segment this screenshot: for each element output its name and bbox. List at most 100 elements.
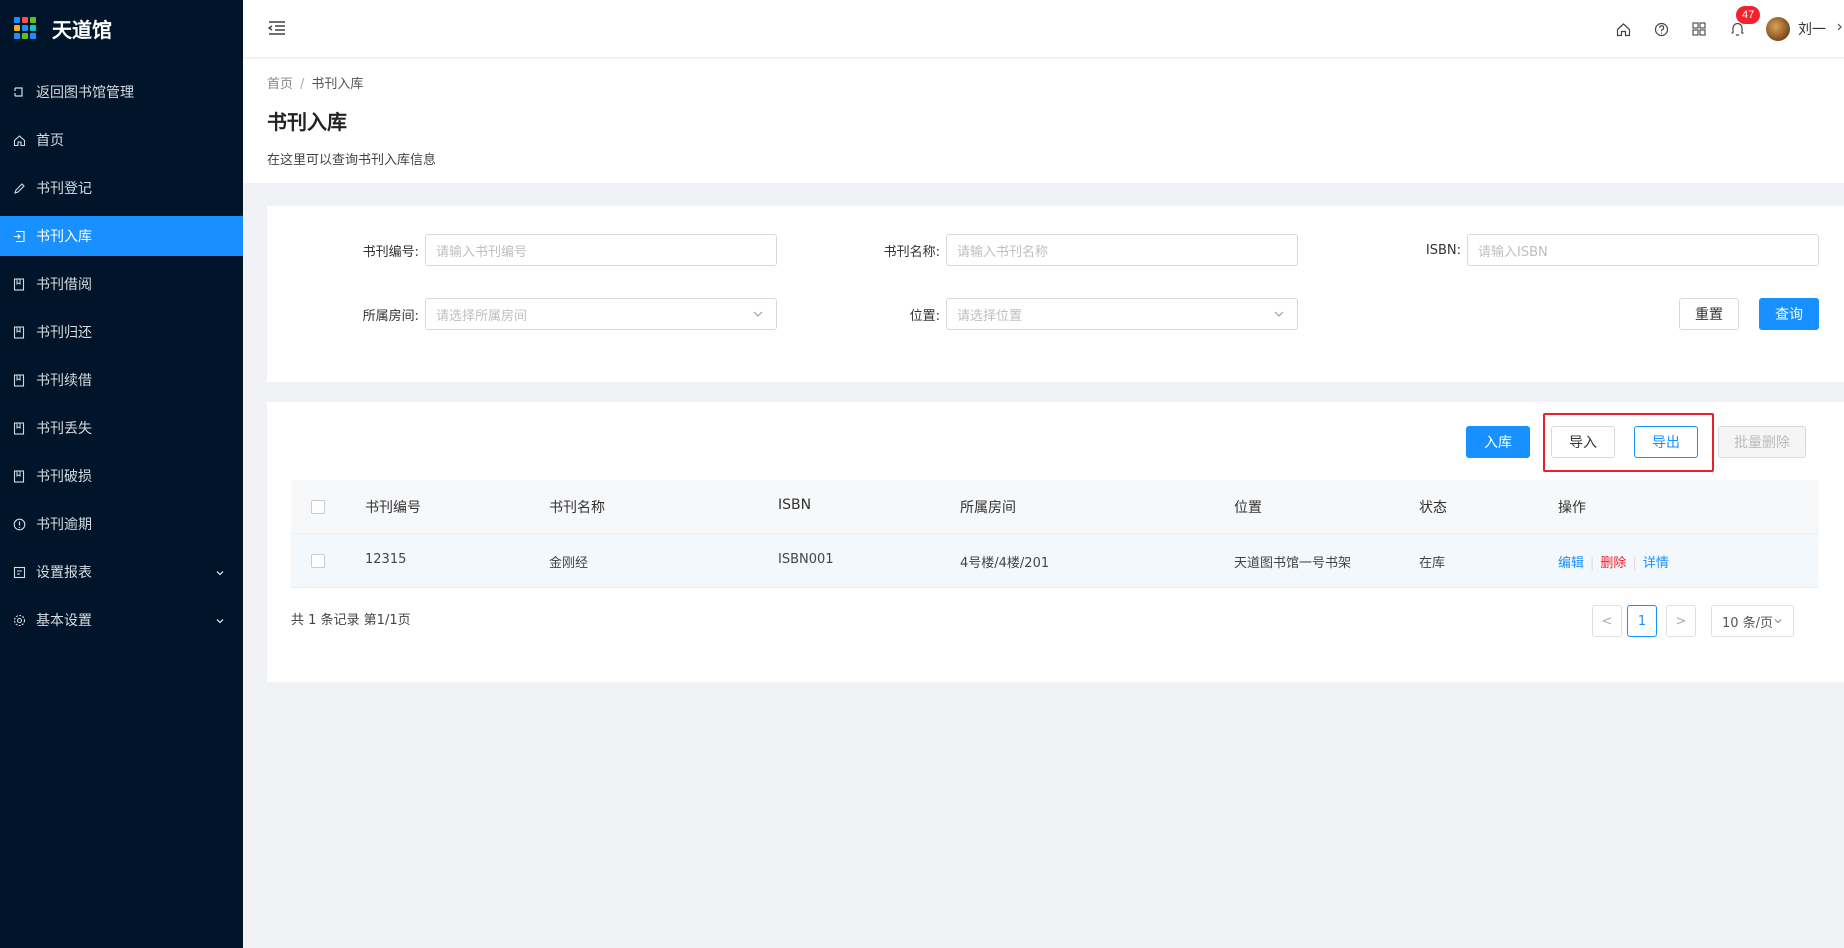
delete-link[interactable]: 删除: [1600, 556, 1626, 571]
home-icon: [12, 133, 26, 147]
select-all-checkbox[interactable]: [311, 500, 325, 514]
chevron-down-icon: [1774, 619, 1782, 624]
book-icon: [12, 469, 26, 483]
breadcrumb-current: 书刊入库: [311, 77, 364, 92]
sidebar-item-book-damaged[interactable]: 书刊破损: [0, 456, 243, 496]
location-select[interactable]: 请选择位置: [946, 298, 1298, 330]
location-select-placeholder: 请选择位置: [957, 308, 1023, 324]
reset-button[interactable]: 重置: [1679, 298, 1739, 330]
table-row: 12315 金刚经 ISBN001 4号楼/4楼/201 天道图书馆一号书架 在…: [291, 534, 1819, 588]
sidebar-item-book-stock-in[interactable]: 书刊入库: [0, 216, 243, 256]
breadcrumb-separator: /: [300, 77, 305, 92]
edit-link[interactable]: 编辑: [1558, 556, 1584, 571]
sidebar-item-label: 基本设置: [36, 613, 92, 629]
menu-fold-icon[interactable]: [267, 18, 287, 38]
page-size-value: 10 条/页: [1722, 615, 1774, 631]
book-name-input[interactable]: 请输入书刊名称: [946, 234, 1298, 266]
location-label: 位置:: [909, 308, 940, 324]
sidebar-item-book-overdue[interactable]: 书刊逾期: [0, 504, 243, 544]
stock-in-button[interactable]: 入库: [1466, 426, 1530, 458]
sidebar-item-label: 书刊入库: [36, 229, 92, 245]
row-actions: 编辑 | 删除 | 详情: [1558, 552, 1669, 571]
room-select[interactable]: 请选择所属房间: [425, 298, 777, 330]
next-page-button[interactable]: >: [1666, 605, 1696, 637]
room-label: 所属房间:: [362, 308, 419, 324]
sidebar-item-return-library[interactable]: 返回图书馆管理: [0, 72, 243, 112]
column-header: 状态: [1419, 500, 1447, 516]
breadcrumb: 首页 / 书刊入库: [267, 73, 1820, 92]
user-menu-icon[interactable]: [1837, 20, 1844, 38]
detail-link[interactable]: 详情: [1643, 556, 1669, 571]
sidebar-item-book-register[interactable]: 书刊登记: [0, 168, 243, 208]
sidebar-item-label: 书刊逾期: [36, 517, 92, 533]
room-select-placeholder: 请选择所属房间: [436, 308, 528, 324]
book-icon: [12, 373, 26, 387]
gear-icon: [12, 613, 26, 627]
sidebar-item-label: 书刊借阅: [36, 277, 92, 293]
report-icon: [12, 565, 26, 579]
row-checkbox[interactable]: [311, 554, 325, 568]
table-header-row: 书刊编号 书刊名称 ISBN 所属房间 位置 状态 操作: [291, 480, 1819, 534]
cell-status: 在库: [1419, 556, 1446, 571]
cell-room: 4号楼/4楼/201: [960, 556, 1050, 571]
page-header: 首页 / 书刊入库 书刊入库 在这里可以查询书刊入库信息: [243, 59, 1844, 183]
chevron-down-icon: [215, 566, 225, 582]
page-title: 书刊入库: [267, 110, 347, 134]
user-name[interactable]: 刘一: [1798, 19, 1826, 39]
batch-delete-button[interactable]: 批量删除: [1718, 426, 1806, 458]
pagination: < 1 > 10 条/页: [1592, 605, 1795, 637]
room-field: 所属房间: 请选择所属房间: [267, 298, 777, 330]
column-header: ISBN: [778, 497, 812, 513]
action-divider: |: [1632, 556, 1637, 571]
isbn-label: ISBN:: [1425, 242, 1461, 258]
home-icon[interactable]: [1614, 20, 1632, 38]
action-divider: |: [1590, 556, 1595, 571]
column-header: 书刊名称: [549, 500, 605, 516]
isbn-input[interactable]: 请输入ISBN: [1467, 234, 1819, 266]
sidebar-item-label: 设置报表: [36, 565, 92, 581]
header-actions: 47 刘一: [1594, 0, 1844, 58]
chevron-down-icon: [215, 614, 225, 630]
query-button[interactable]: 查询: [1759, 298, 1819, 330]
sidebar: 天道馆 返回图书馆管理 首页 书刊登记 书刊入库 书刊借阅 书刊归还 书刊续借 …: [0, 0, 243, 948]
cell-book-no: 12315: [365, 552, 407, 567]
bell-icon[interactable]: 47: [1728, 6, 1761, 38]
search-panel: 书刊编号: 请输入书刊编号 书刊名称: 请输入书刊名称 ISBN: 请输入ISB…: [267, 206, 1844, 382]
sidebar-item-report-settings[interactable]: 设置报表: [0, 552, 243, 592]
sidebar-item-label: 书刊续借: [36, 373, 92, 389]
location-field: 位置: 请选择位置: [788, 298, 1298, 330]
book-icon: [12, 421, 26, 435]
avatar[interactable]: [1766, 17, 1790, 41]
column-header: 操作: [1558, 500, 1586, 516]
column-header: 书刊编号: [365, 500, 421, 516]
chevron-down-icon: [1273, 308, 1285, 324]
table-panel: 入库 导入 导出 批量删除 书刊编号 书刊名称 ISBN 所属房间 位置 状态 …: [267, 402, 1844, 682]
breadcrumb-home-link[interactable]: 首页: [267, 77, 293, 92]
column-header: 位置: [1234, 500, 1262, 516]
help-icon[interactable]: [1652, 20, 1670, 38]
sidebar-item-book-renew[interactable]: 书刊续借: [0, 360, 243, 400]
sidebar-item-label: 首页: [36, 133, 64, 149]
column-header: 所属房间: [960, 500, 1016, 516]
apps-grid-icon[interactable]: [1690, 20, 1708, 38]
pagination-summary: 共 1 条记录 第1/1页: [291, 613, 411, 628]
sidebar-item-home[interactable]: 首页: [0, 120, 243, 160]
app-title: 天道馆: [52, 17, 112, 42]
prev-page-button[interactable]: <: [1592, 605, 1622, 637]
page-number-button[interactable]: 1: [1627, 605, 1657, 637]
sidebar-item-basic-settings[interactable]: 基本设置: [0, 600, 243, 640]
cell-location: 天道图书馆一号书架: [1234, 556, 1352, 571]
book-no-label: 书刊编号:: [362, 244, 419, 260]
page-size-select[interactable]: 10 条/页: [1711, 605, 1795, 637]
cell-book-name: 金刚经: [549, 556, 589, 571]
book-no-input[interactable]: 请输入书刊编号: [425, 234, 777, 266]
info-circle-icon: [12, 517, 26, 531]
sidebar-menu: 返回图书馆管理 首页 书刊登记 书刊入库 书刊借阅 书刊归还 书刊续借 书刊丢失…: [0, 72, 243, 640]
sidebar-item-book-return[interactable]: 书刊归还: [0, 312, 243, 352]
return-icon: [12, 85, 26, 99]
sidebar-item-book-borrow[interactable]: 书刊借阅: [0, 264, 243, 304]
sidebar-item-book-lost[interactable]: 书刊丢失: [0, 408, 243, 448]
logo[interactable]: 天道馆: [0, 0, 243, 56]
top-header: 47 刘一: [243, 0, 1844, 58]
book-name-label: 书刊名称:: [883, 244, 940, 260]
